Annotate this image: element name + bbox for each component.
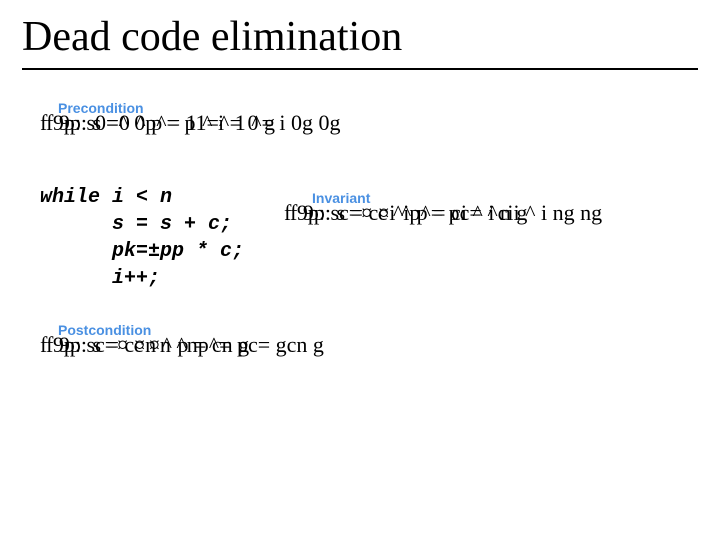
code-listing: while i < n s = s + c; pk=±pp * c; i++; (40, 184, 244, 292)
precondition-label: Precondition (58, 100, 144, 116)
postcondition-label: Postcondition (58, 322, 151, 338)
invariant-label: Invariant (312, 190, 370, 206)
title-region: Dead code elimination (22, 14, 698, 70)
code-invariant-row: while i < n s = s + c; pk=±pp * c; i++; … (40, 184, 690, 292)
precondition-block: Precondition f 9p: s0=^ 0p^= p1=^ 1 ^= i… (40, 110, 690, 144)
code-line-1: s = s + c; (40, 213, 232, 236)
postcondition-block: Postcondition f 9p: sc=¤ c ¤n ^np^= pc= … (40, 332, 690, 366)
code-line-3: i++; (40, 267, 160, 290)
content-area: Precondition f 9p: s0=^ 0p^= p1=^ 1 ^= i… (40, 110, 690, 406)
slide-title: Dead code elimination (22, 14, 698, 60)
code-line-2: pk=±pp * c; (40, 240, 244, 263)
code-line-0: while i < n (40, 186, 172, 209)
slide: Dead code elimination Precondition f 9p:… (0, 0, 720, 540)
